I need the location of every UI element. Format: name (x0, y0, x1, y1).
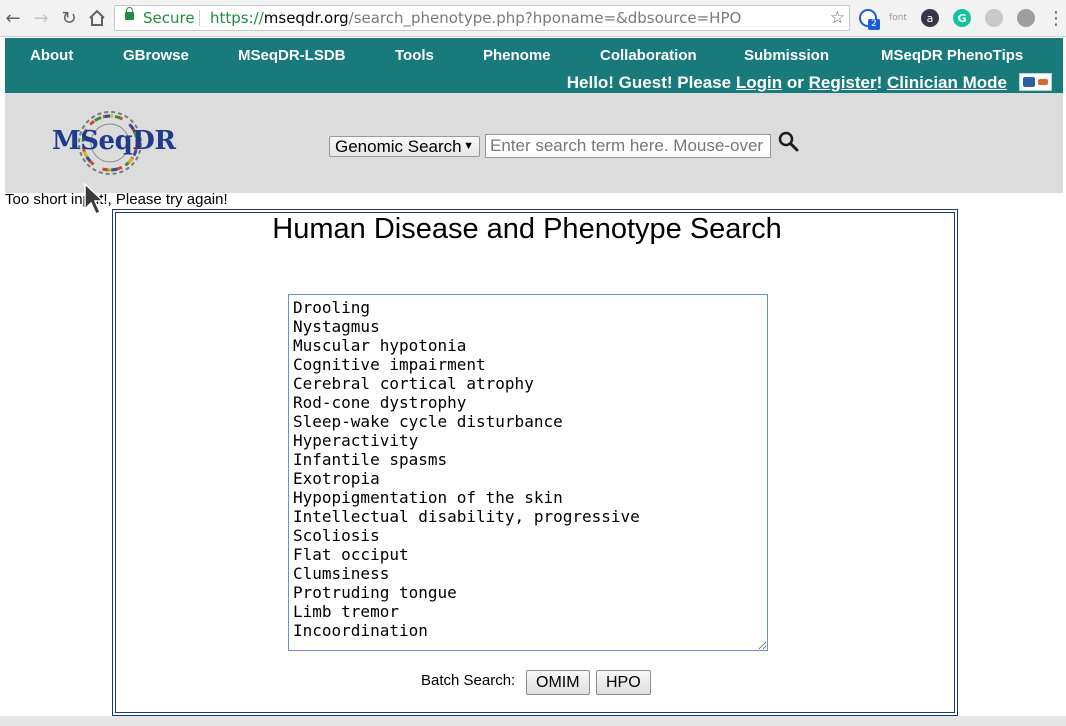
phenotype-terms-textarea[interactable]: Drooling Nystagmus Muscular hypotonia Co… (288, 294, 768, 651)
search-type-select[interactable]: Genomic Search ▼ (329, 136, 480, 157)
nav-collaboration[interactable]: Collaboration (600, 47, 697, 64)
home-icon[interactable] (87, 8, 107, 28)
forward-icon[interactable]: → (31, 8, 51, 29)
extension-badge: 2 (868, 19, 880, 30)
nav-about[interactable]: About (30, 47, 73, 64)
error-message: Too short input!, Please try again! (5, 191, 228, 208)
nav-gbrowse[interactable]: GBrowse (123, 47, 189, 64)
mouse-cursor-icon (84, 182, 106, 217)
reload-icon[interactable]: ↻ (59, 8, 79, 29)
nav-submission[interactable]: Submission (744, 47, 829, 64)
guest-greeting: Hello! Guest! Please Login or Register! … (567, 73, 1007, 93)
url-path: /search_phenotype.php?hponame=&dbsource=… (348, 9, 742, 27)
extension-font-icon[interactable]: font (889, 9, 907, 27)
url-separator (199, 10, 200, 26)
extension-f-icon[interactable] (1017, 9, 1035, 27)
nav-tools[interactable]: Tools (395, 47, 434, 64)
logo-wordmark: MSeqDR (52, 126, 176, 156)
greeting-prefix: Hello! Guest! Please (566, 73, 732, 92)
partner-logo[interactable] (1019, 73, 1052, 91)
search-icon[interactable] (778, 131, 800, 153)
lock-icon (125, 7, 134, 20)
back-icon[interactable]: ← (3, 8, 23, 29)
grammarly-icon[interactable]: G (953, 9, 971, 27)
register-link[interactable]: Register (809, 73, 877, 92)
dropdown-caret-icon: ▼ (463, 140, 474, 152)
login-link[interactable]: Login (736, 73, 782, 92)
site-header: MSeqDR Genomic Search ▼ (5, 93, 1063, 193)
search-input[interactable] (485, 134, 771, 158)
url-scheme: https:// (210, 9, 264, 27)
nav-mseqdr-lsdb[interactable]: MSeqDR-LSDB (238, 47, 346, 64)
browser-menu-icon[interactable]: ⋮ (1046, 8, 1066, 29)
greeting-exclaim: ! (876, 73, 883, 92)
extension-a-icon[interactable]: a (921, 9, 939, 27)
address-bar[interactable]: Secure https://mseqdr.org/search_phenoty… (114, 5, 850, 31)
url-text: https://mseqdr.org/search_phenotype.php?… (210, 6, 741, 30)
hpo-search-button[interactable]: HPO (596, 670, 651, 695)
clinician-mode-link[interactable]: Clinician Mode (887, 73, 1007, 92)
nav-mseqdr-phenotips[interactable]: MSeqDR PhenoTips (881, 47, 1023, 64)
greeting-or: or (786, 73, 804, 92)
page-bottom-scroll-area (0, 716, 1066, 726)
page-title: Human Disease and Phenotype Search (272, 213, 782, 245)
batch-search-label: Batch Search: (421, 672, 516, 689)
mseqdr-logo[interactable]: MSeqDR (50, 109, 176, 177)
url-host: mseqdr.org (263, 9, 349, 27)
browser-toolbar: ← → ↻ Secure https://mseqdr.org/search_p… (0, 0, 1066, 37)
omim-search-button[interactable]: OMIM (526, 670, 590, 695)
nav-phenome[interactable]: Phenome (483, 47, 551, 64)
extension-chat-icon[interactable] (985, 9, 1003, 27)
secure-label: Secure (143, 9, 195, 27)
bookmark-star-icon[interactable]: ☆ (830, 6, 845, 30)
search-type-value: Genomic Search (335, 137, 462, 156)
site-nav: About GBrowse MSeqDR-LSDB Tools Phenome … (5, 38, 1063, 93)
